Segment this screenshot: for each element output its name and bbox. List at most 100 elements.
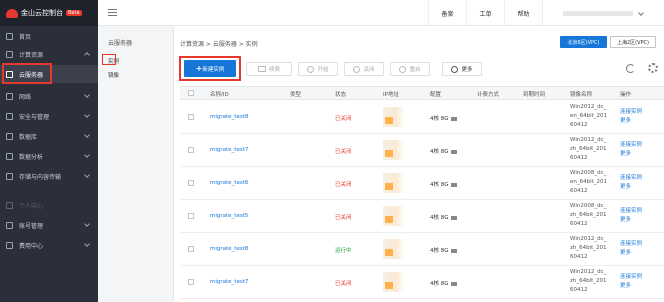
col-actions: 操作 [620,92,632,98]
image-name: Win2008_dc_ zh_64bit_201 60412 [570,203,607,227]
instance-name-link[interactable]: migrate_test6 [210,180,248,186]
restart-button[interactable]: 重启 [390,62,430,76]
ip-address-redacted [383,206,405,226]
disk-icon [450,182,457,187]
start-button[interactable]: 开始 [298,62,338,76]
image-name: Win2012_dc_ zh_64bit_201 60412 [570,137,607,161]
ip-address-redacted [383,239,405,259]
user-name-redacted [563,10,633,16]
billing-icon [6,241,13,249]
config-text: 4核 8G [430,246,457,254]
logo-bar[interactable]: 金山云控制台 Beta [0,0,98,26]
highlight-box-cloud-server [2,63,52,84]
connect-instance-link[interactable]: 连接实例 [620,173,642,181]
nav-item-network[interactable]: 网络 [0,87,98,105]
topnav-filing[interactable]: 备案 [428,0,466,26]
config-text: 4核 8G [430,180,457,188]
row-more-link[interactable]: 更多 [620,116,631,124]
connect-instance-link[interactable]: 连接实例 [620,206,642,214]
instance-name-link[interactable]: migrate_test8 [210,246,248,252]
main-content: 计算资源 > 云服务器 > 实例 北京6区(VPC) 上海2区(VPC) + 新… [174,26,664,302]
more-button[interactable]: 更多 [442,62,482,76]
row-checkbox[interactable] [188,279,194,285]
refresh-icon[interactable] [626,64,635,73]
row-checkbox[interactable] [188,114,194,120]
col-expiry[interactable]: 到期时间 [523,90,545,98]
stop-icon [353,65,361,73]
table-row[interactable]: migrate_test5 已关闭 4核 8G Win2008_dc_ zh_64… [180,200,664,233]
col-config[interactable]: 配置 [430,90,441,98]
connect-instance-link[interactable]: 连接实例 [620,140,642,148]
nav-item-compute[interactable]: 计算资源 [0,45,98,63]
chevron-down-icon [84,172,90,178]
row-checkbox[interactable] [188,147,194,153]
nav-item-billing[interactable]: 费用中心 [0,236,98,254]
disk-icon [450,116,457,121]
row-checkbox[interactable] [188,246,194,252]
chevron-down-icon [84,241,90,247]
highlight-box-create [179,56,241,81]
ip-address-redacted [383,140,405,160]
cloud-logo-icon [6,8,18,18]
row-checkbox[interactable] [188,213,194,219]
nav-label: 个人中心 [19,202,44,210]
disk-icon [450,281,457,286]
beta-badge: Beta [66,10,82,16]
nav-item-database[interactable]: 数据库 [0,127,98,145]
connect-instance-link[interactable]: 连接实例 [620,239,642,247]
top-bar: 备案 工单 帮助 [98,0,664,26]
row-more-link[interactable]: 更多 [620,182,631,190]
col-billing[interactable]: 计费方式 [477,90,499,98]
col-image[interactable]: 镜像名称 [570,90,592,98]
chevron-down-icon [84,221,90,227]
col-name[interactable]: 名称/ID [210,90,229,98]
config-text: 4核 8G [430,213,457,221]
row-more-link[interactable]: 更多 [620,215,631,223]
user-icon [6,201,13,209]
subnav-item-images[interactable]: 镜像 [108,71,119,79]
chevron-down-icon [638,10,644,16]
nav-item-account[interactable]: 账号管理 [0,216,98,234]
cart-icon [257,66,266,72]
restart-icon [399,65,407,73]
row-more-link[interactable]: 更多 [620,149,631,157]
topnav-ticket[interactable]: 工单 [466,0,504,26]
status-text: 已关闭 [335,215,352,221]
select-all-checkbox[interactable] [188,90,194,96]
subnav-title: 云服务器 [108,40,133,47]
brand-name: 金山云控制台 [21,9,63,17]
nav-item-storage[interactable]: 存储与内容传输 [0,167,98,185]
menu-toggle-icon[interactable] [108,9,117,16]
col-type[interactable]: 类型 [290,90,301,98]
instance-name-link[interactable]: migrate_test8 [210,114,248,120]
table-row[interactable]: migrate_test6 已关闭 4核 8G Win2008_dc_ en_64… [180,167,664,200]
settings-gear-icon[interactable] [648,63,658,73]
connect-instance-link[interactable]: 连接实例 [620,107,642,115]
table-row[interactable]: migrate_test7 已关闭 4核 8G Win2012_dc_ zh_64… [180,134,664,167]
renew-button[interactable]: 续费 [246,62,292,76]
instance-name-link[interactable]: migrate_test7 [210,279,248,285]
row-checkbox[interactable] [188,180,194,186]
col-ip[interactable]: IP地址 [383,90,399,98]
connect-instance-link[interactable]: 连接实例 [620,272,642,280]
table-row[interactable]: migrate_test8 已关闭 4核 8G Win2012_dc_ en_64… [180,101,664,134]
nav-item-security[interactable]: 安全与管理 [0,107,98,125]
instance-name-link[interactable]: migrate_test5 [210,213,248,219]
breadcrumb: 计算资源 > 云服务器 > 实例 [180,41,258,48]
nav-item-home[interactable]: 首页 [0,27,98,45]
topnav-help[interactable]: 帮助 [504,0,542,26]
instance-name-link[interactable]: migrate_test7 [210,147,248,153]
row-more-link[interactable]: 更多 [620,248,631,256]
user-menu[interactable] [542,0,664,26]
nav-label: 安全与管理 [19,113,50,121]
region-button-beijing[interactable]: 北京6区(VPC) [560,36,607,48]
row-more-link[interactable]: 更多 [620,281,631,289]
region-button-shanghai[interactable]: 上海2区(VPC) [610,36,656,48]
status-text: 已关闭 [335,182,352,188]
nav-item-analytics[interactable]: 数据分析 [0,147,98,165]
col-status[interactable]: 状态 [335,90,346,98]
chevron-down-icon [84,112,90,118]
stop-button[interactable]: 关闭 [344,62,384,76]
table-row[interactable]: migrate_test7 已关闭 4核 8G Win2012_dc_ zh_64… [180,266,664,299]
table-row[interactable]: migrate_test8 运行中 4核 8G Win2012_dc_ zh_64… [180,233,664,266]
